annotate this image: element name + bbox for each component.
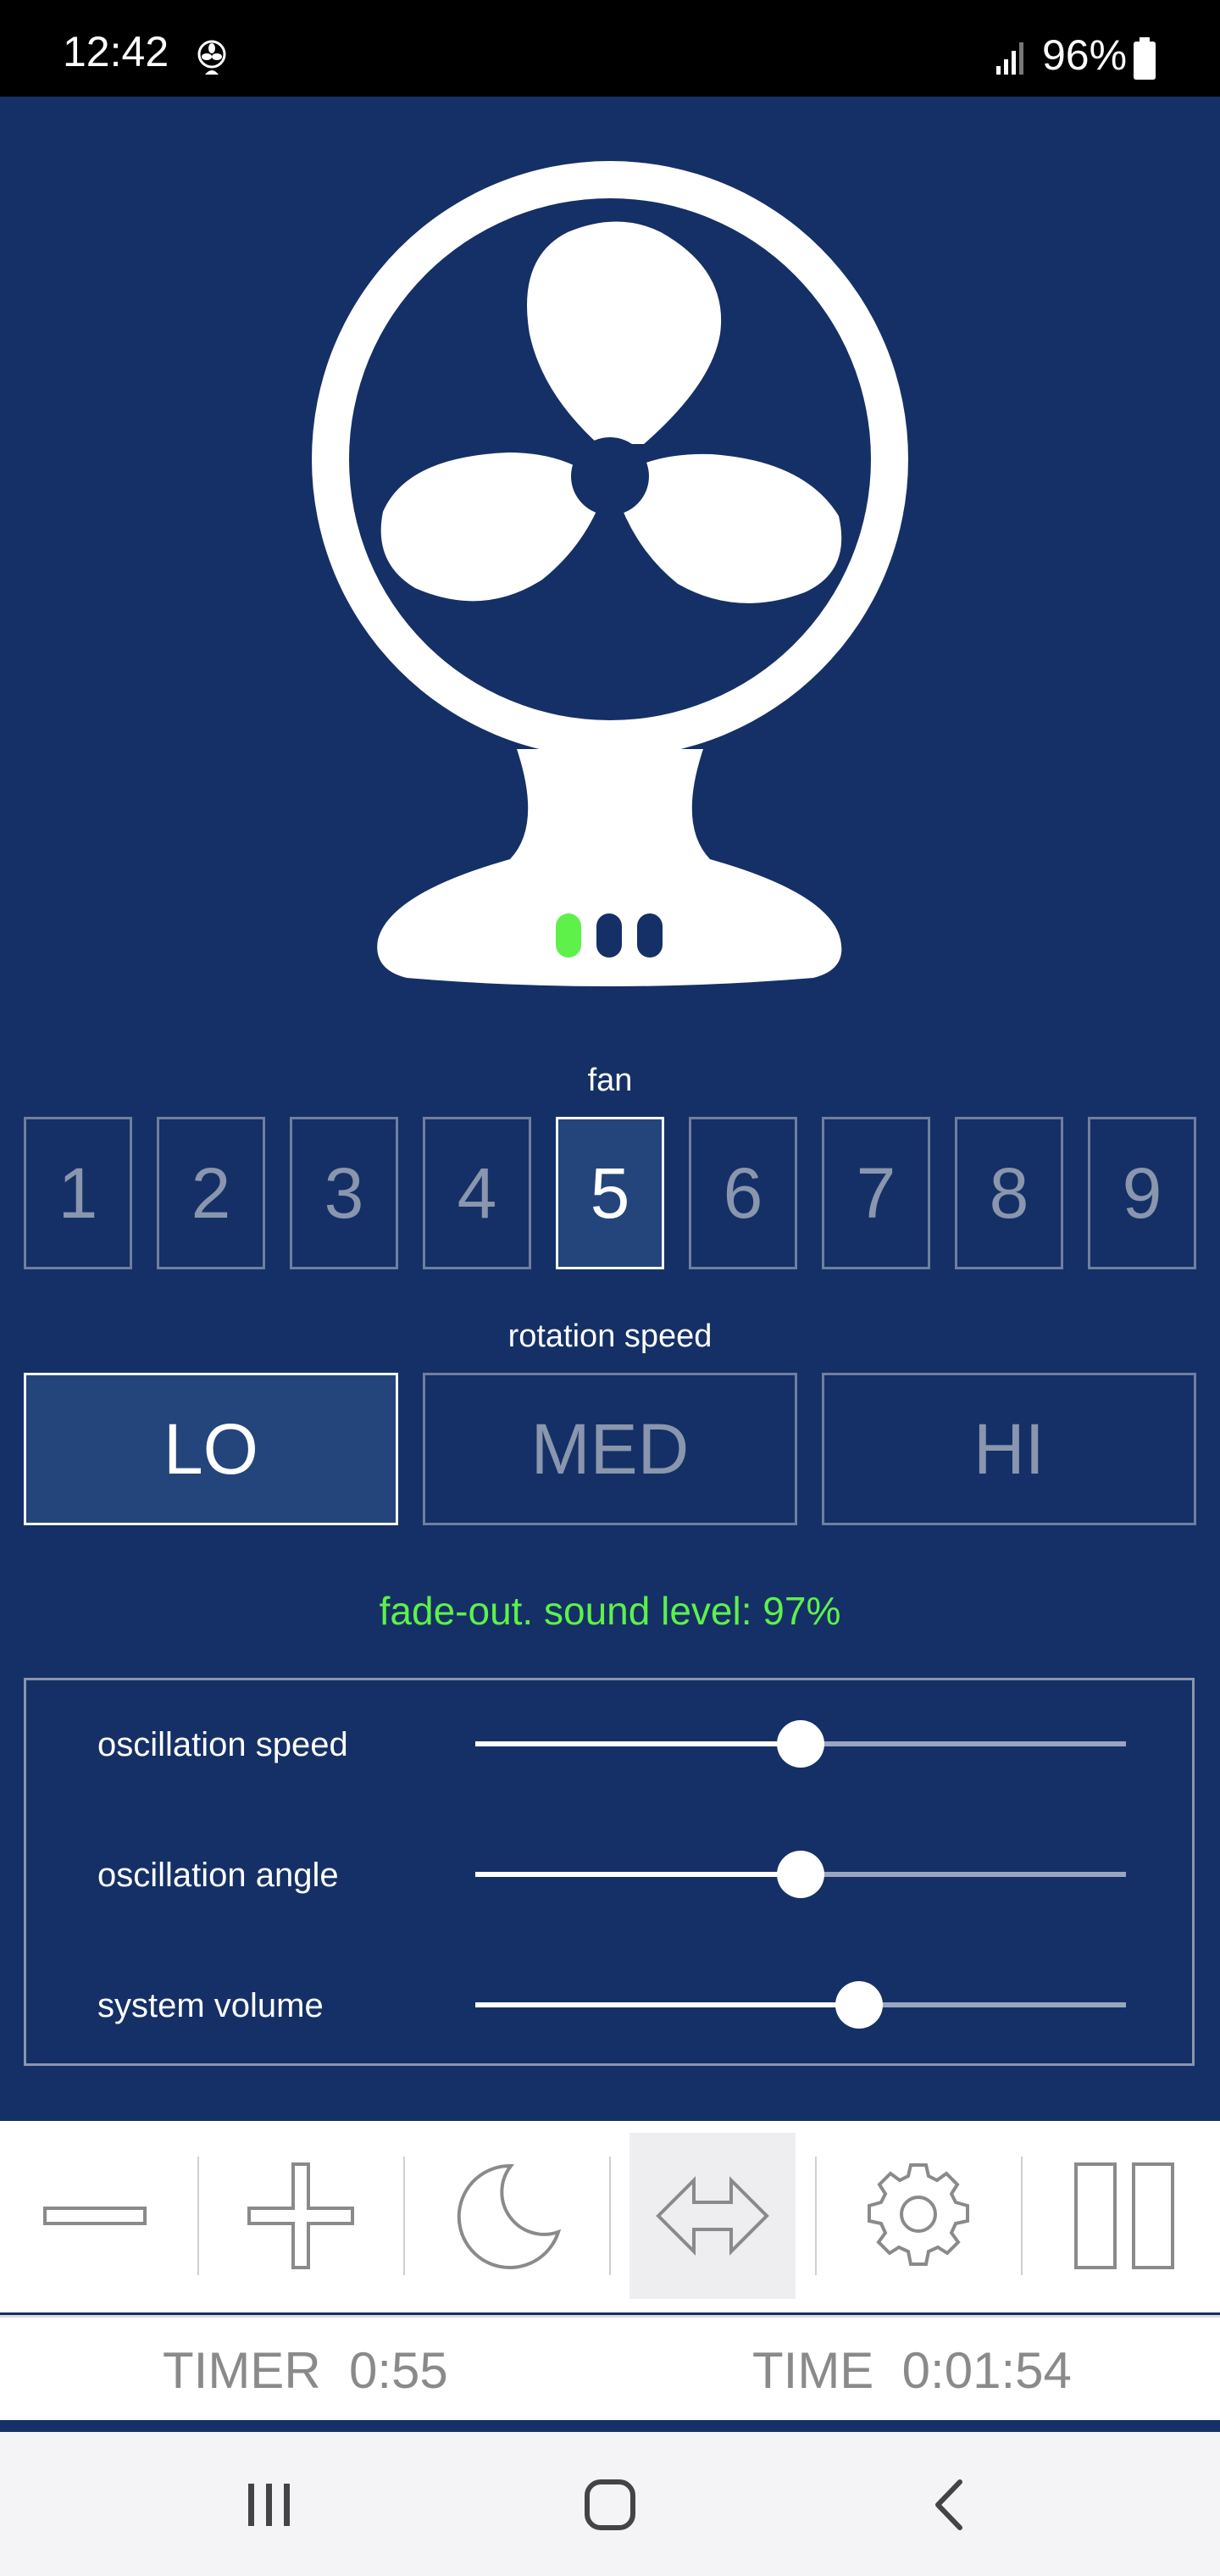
fan-level-6-button[interactable]: 6 xyxy=(689,1117,797,1269)
fade-out-status: fade-out. sound level: 97% xyxy=(379,1589,841,1633)
fan-illustration xyxy=(312,161,908,986)
toolbar xyxy=(0,2121,1220,2312)
night-mode-button[interactable] xyxy=(424,2133,590,2299)
slider-thumb[interactable] xyxy=(777,1720,824,1768)
battery-level: 96% xyxy=(1042,31,1128,79)
system-volume-label: system volume xyxy=(97,1987,324,2024)
system-volume-slider[interactable] xyxy=(475,1981,1126,2029)
timer-decrease-button[interactable] xyxy=(12,2133,178,2299)
slider-fill xyxy=(475,2002,860,2007)
fan-level-5-button[interactable]: 5 xyxy=(556,1117,664,1269)
toolbar-separator xyxy=(1021,2157,1023,2275)
toolbar-separator xyxy=(609,2157,611,2275)
pause-icon xyxy=(1074,2162,1174,2269)
recent-apps-icon xyxy=(248,2484,290,2526)
indicator-light-3 xyxy=(637,913,663,958)
rotation-speed-label: rotation speed xyxy=(507,1319,713,1354)
divider xyxy=(0,2420,1220,2432)
rotation-hi-button[interactable]: HI xyxy=(822,1373,1196,1525)
navigation-bar xyxy=(0,2432,1220,2576)
home-button[interactable] xyxy=(559,2454,661,2556)
oscillation-arrows-icon xyxy=(656,2176,769,2256)
oscillation-angle-label: oscillation angle xyxy=(97,1857,339,1894)
settings-button[interactable] xyxy=(835,2133,1001,2299)
slider-panel: oscillation speed oscillation angle syst… xyxy=(24,1678,1195,2066)
toolbar-separator xyxy=(403,2157,405,2275)
status-time: 12:42 xyxy=(63,28,169,75)
home-icon xyxy=(585,2479,635,2530)
timer-increase-button[interactable] xyxy=(218,2133,384,2299)
rotation-lo-button[interactable]: LO xyxy=(24,1373,398,1525)
oscillation-angle-slider[interactable] xyxy=(475,1851,1126,1898)
oscillation-speed-label: oscillation speed xyxy=(97,1726,348,1763)
signal-icon xyxy=(996,42,1023,75)
slider-thumb[interactable] xyxy=(777,1851,824,1898)
back-button[interactable] xyxy=(900,2454,1001,2556)
moon-icon xyxy=(457,2163,562,2269)
fan-level-1-button[interactable]: 1 xyxy=(24,1117,132,1269)
pause-button[interactable] xyxy=(1041,2133,1207,2299)
oscillation-speed-slider[interactable] xyxy=(475,1720,1126,1768)
battery-icon xyxy=(1134,37,1156,80)
timer-readout: TIMER 0:55 xyxy=(163,2342,448,2399)
fan-icon xyxy=(197,40,226,75)
fan-level-7-button[interactable]: 7 xyxy=(822,1117,930,1269)
slider-thumb[interactable] xyxy=(835,1981,884,2029)
fan-level-label: fan xyxy=(587,1063,633,1098)
elapsed-time-readout: TIME 0:01:54 xyxy=(752,2342,1072,2399)
slider-fill xyxy=(475,1741,801,1746)
rotation-med-button[interactable]: MED xyxy=(423,1373,797,1525)
fan-level-3-button[interactable]: 3 xyxy=(290,1117,398,1269)
fan-level-4-button[interactable]: 4 xyxy=(423,1117,531,1269)
oscillation-toggle-button[interactable] xyxy=(629,2133,796,2299)
fan-level-9-button[interactable]: 9 xyxy=(1088,1117,1196,1269)
toolbar-separator xyxy=(197,2157,199,2275)
indicator-light-1 xyxy=(556,913,581,958)
fan-level-2-button[interactable]: 2 xyxy=(157,1117,265,1269)
fan-level-8-button[interactable]: 8 xyxy=(955,1117,1063,1269)
minus-icon xyxy=(43,2207,147,2225)
indicator-light-2 xyxy=(596,913,622,958)
timer-strip: TIMER 0:55 TIME 0:01:54 xyxy=(0,2315,1220,2420)
toolbar-separator xyxy=(815,2157,817,2275)
slider-fill xyxy=(475,1872,801,1877)
recent-apps-button[interactable] xyxy=(219,2454,320,2556)
status-bar: 12:42 96% xyxy=(0,0,1220,97)
gear-icon xyxy=(868,2163,969,2266)
back-icon xyxy=(935,2479,962,2530)
plus-icon xyxy=(247,2162,354,2269)
fan-hub xyxy=(571,437,649,515)
